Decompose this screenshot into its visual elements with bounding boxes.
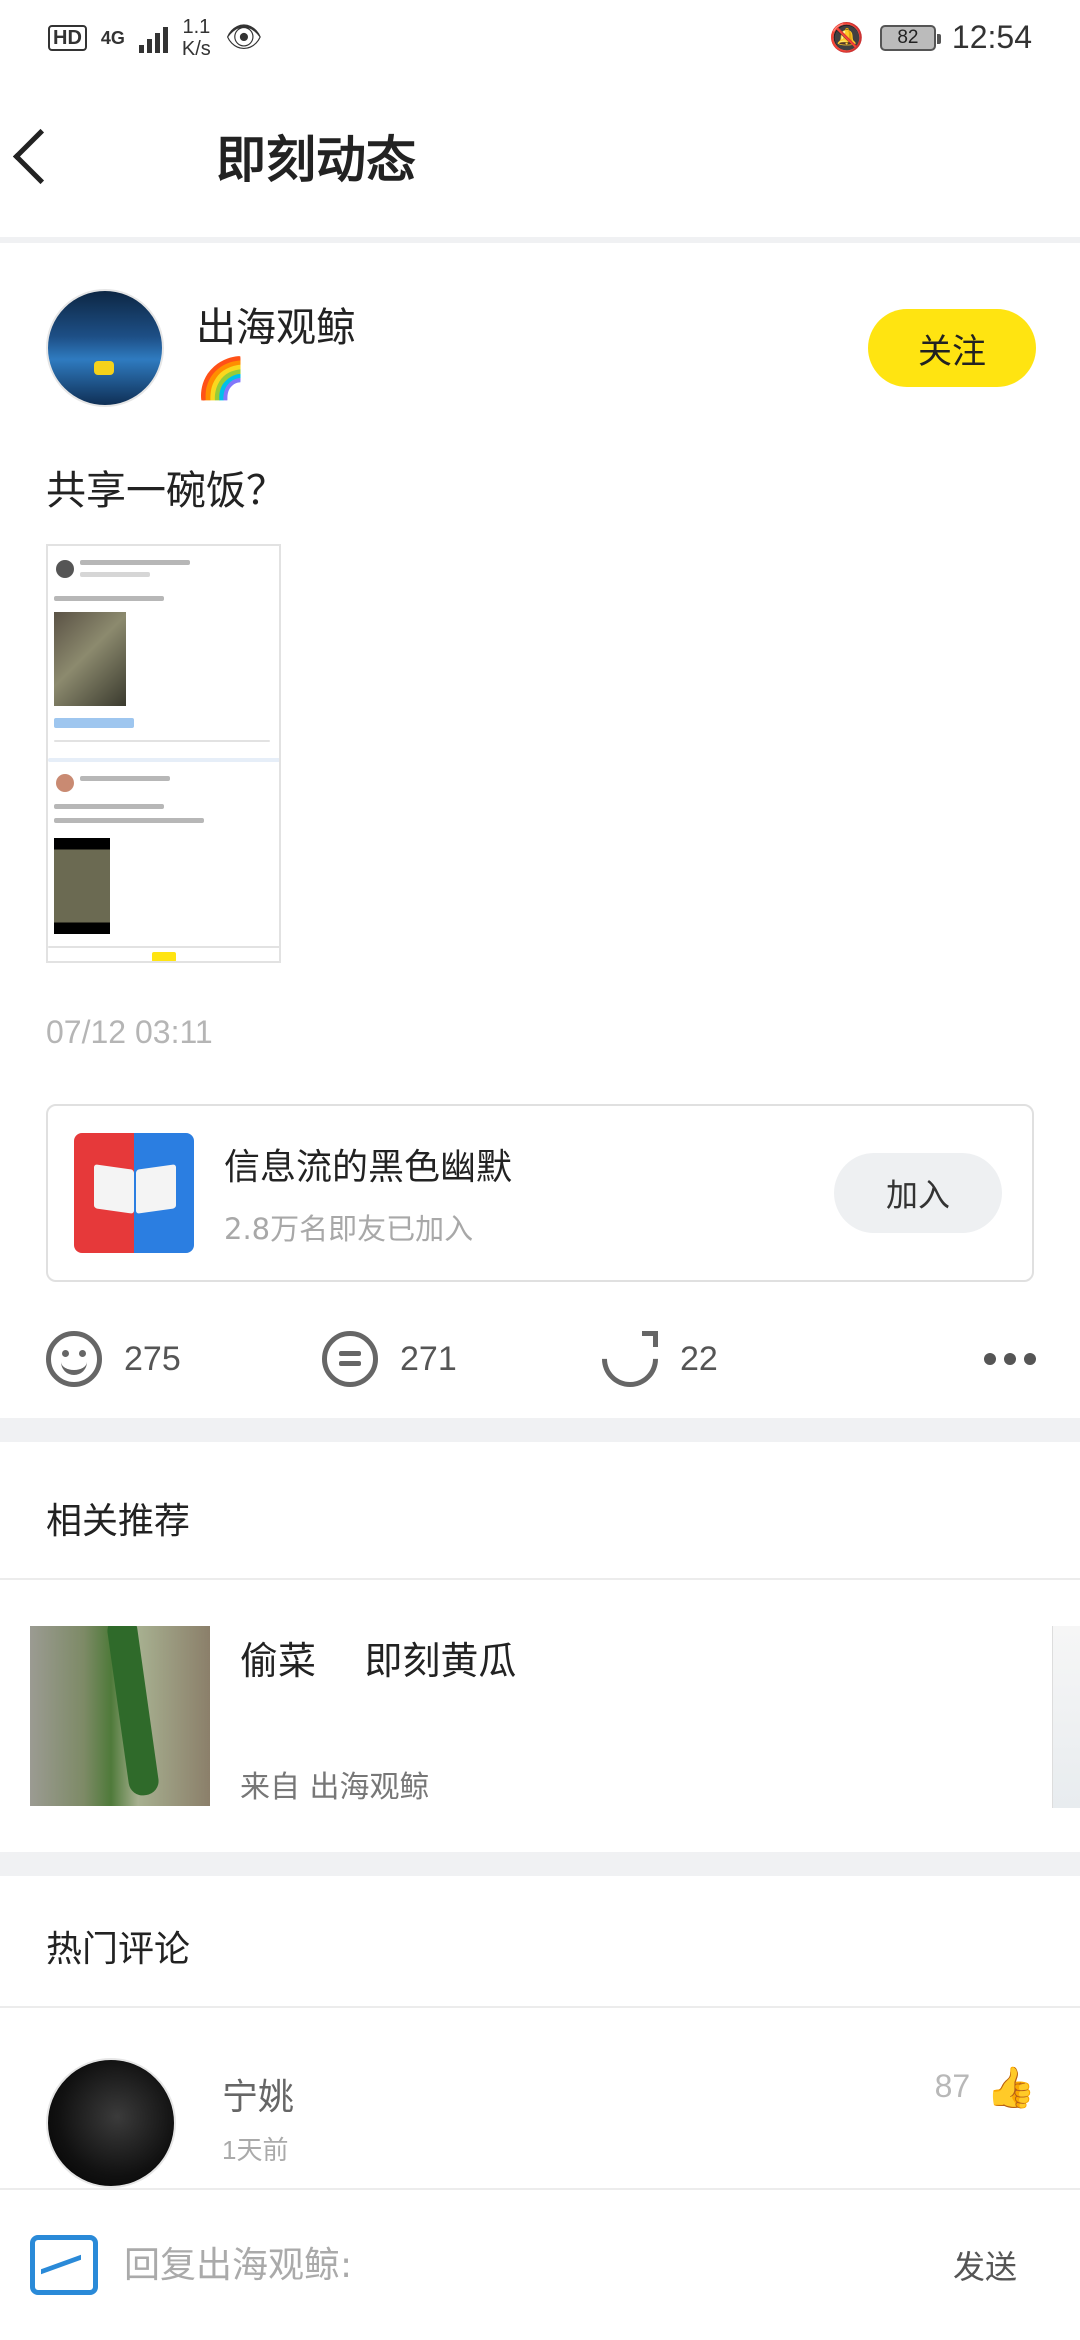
- rainbow-badge-icon: 🌈: [196, 356, 246, 402]
- more-options-icon[interactable]: [984, 1353, 1036, 1365]
- topic-card[interactable]: 信息流的黑色幽默 2.8万名即友已加入 加入: [46, 1104, 1034, 1282]
- related-item-source: 来自 出海观鲸: [240, 1770, 430, 1805]
- network-type: 4G: [100, 27, 125, 48]
- comment-item[interactable]: 宁姚 1天前 87 👍: [46, 2058, 1036, 2188]
- join-button[interactable]: 加入: [834, 1153, 1002, 1233]
- hot-comments-title: 热门评论: [46, 1929, 191, 1970]
- topic-logo: [74, 1133, 194, 1253]
- smile-icon: [46, 1331, 102, 1387]
- section-divider: [0, 1418, 1080, 1442]
- comment-time: 1天前: [222, 2135, 289, 2165]
- status-bar: HD 4G 1.1 K/s 👁 🔕 82 12:54: [0, 0, 1080, 75]
- back-button[interactable]: [0, 75, 140, 237]
- comment-like-count: 87: [934, 2068, 971, 2104]
- commenter-name[interactable]: 宁姚: [222, 2068, 294, 2120]
- send-button[interactable]: 发送: [920, 2242, 1050, 2288]
- hd-icon: HD: [48, 24, 87, 51]
- author-avatar[interactable]: [46, 289, 164, 407]
- post-actions: 275 271 22: [46, 1319, 1036, 1399]
- signal-icon: [138, 23, 168, 53]
- reply-input[interactable]: [124, 2225, 920, 2305]
- battery-icon: 82: [879, 24, 941, 51]
- comment-icon: [322, 1331, 378, 1387]
- image-picker-icon[interactable]: [30, 2235, 98, 2295]
- related-item[interactable]: 偷菜 即刻黄瓜 来自 出海观鲸: [30, 1626, 1080, 1808]
- related-item-title: 偷菜 即刻黄瓜: [240, 1639, 517, 1683]
- section-divider: [0, 1852, 1080, 1876]
- commenter-avatar[interactable]: [46, 2058, 176, 2188]
- app-header: 即刻动态: [0, 75, 1080, 243]
- thumbs-up-icon: 👍: [986, 2065, 1036, 2111]
- eye-icon: 👁: [224, 21, 263, 54]
- topic-name: 信息流的黑色幽默: [224, 1147, 513, 1188]
- bell-off-icon: 🔕: [829, 22, 864, 53]
- related-item-next-peek[interactable]: [1052, 1626, 1080, 1808]
- post-timestamp: 07/12 03:11: [46, 1014, 213, 1050]
- follow-button[interactable]: 关注: [868, 309, 1036, 387]
- clock: 12:54: [951, 19, 1032, 55]
- topic-member-count: 2.8万名即友已加入: [224, 1212, 474, 1246]
- share-action[interactable]: 22: [590, 1319, 718, 1399]
- related-item-thumbnail: [30, 1626, 210, 1806]
- share-icon: [590, 1319, 670, 1399]
- post-image[interactable]: [46, 544, 281, 963]
- divider-line: [0, 1578, 1080, 1580]
- comment-action[interactable]: 271: [322, 1331, 602, 1387]
- reply-bar: 发送: [0, 2188, 1080, 2340]
- comment-count: 271: [400, 1339, 457, 1378]
- comment-like[interactable]: 87 👍: [935, 2058, 1036, 2188]
- like-count: 275: [124, 1339, 181, 1378]
- author-name[interactable]: 出海观鲸: [196, 295, 356, 353]
- network-speed-value: 1.1: [182, 15, 211, 38]
- share-count: 22: [680, 1339, 718, 1378]
- post-text: 共享一碗饭？: [46, 468, 286, 514]
- page-title: 即刻动态: [216, 131, 416, 189]
- network-speed: 1.1 K/s: [182, 16, 211, 60]
- network-speed-unit: K/s: [181, 37, 211, 60]
- post-author: 出海观鲸 🌈 关注: [46, 288, 1036, 408]
- related-section-title: 相关推荐: [46, 1501, 191, 1542]
- divider-line: [0, 2006, 1080, 2008]
- like-action[interactable]: 275: [46, 1331, 322, 1387]
